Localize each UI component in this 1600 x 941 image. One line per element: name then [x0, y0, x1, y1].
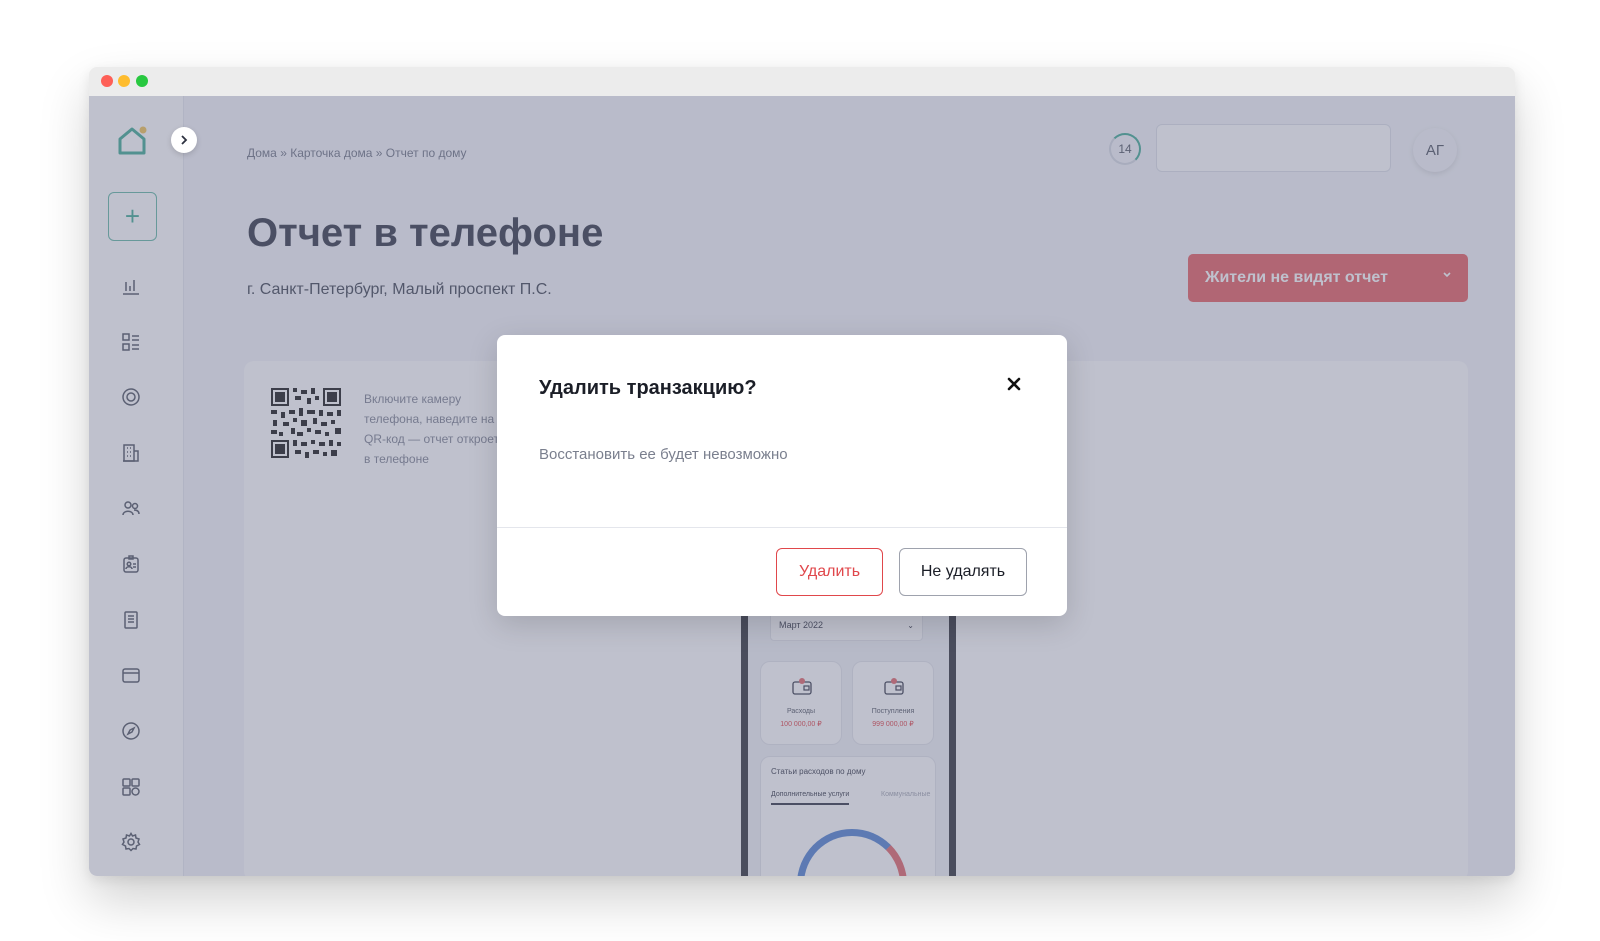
- dialog-description: Восстановить ее будет невозможно: [539, 446, 788, 463]
- browser-window: + Дома » Карточка дома » Отчет по дому 1…: [89, 67, 1515, 876]
- title-bar: [89, 67, 1515, 96]
- delete-button[interactable]: Удалить: [776, 548, 883, 596]
- close-window-button[interactable]: [101, 75, 113, 87]
- minimize-window-button[interactable]: [118, 75, 130, 87]
- delete-transaction-dialog: Удалить транзакцию? Восстановить ее буде…: [497, 335, 1067, 616]
- expand-sidebar-button[interactable]: [171, 127, 197, 153]
- maximize-window-button[interactable]: [136, 75, 148, 87]
- dialog-title: Удалить транзакцию?: [539, 377, 757, 399]
- keep-button[interactable]: Не удалять: [899, 548, 1027, 596]
- dialog-divider: [497, 527, 1067, 528]
- chevron-right-icon: [181, 135, 188, 145]
- close-icon[interactable]: [1003, 373, 1025, 395]
- app: + Дома » Карточка дома » Отчет по дому 1…: [89, 96, 1515, 876]
